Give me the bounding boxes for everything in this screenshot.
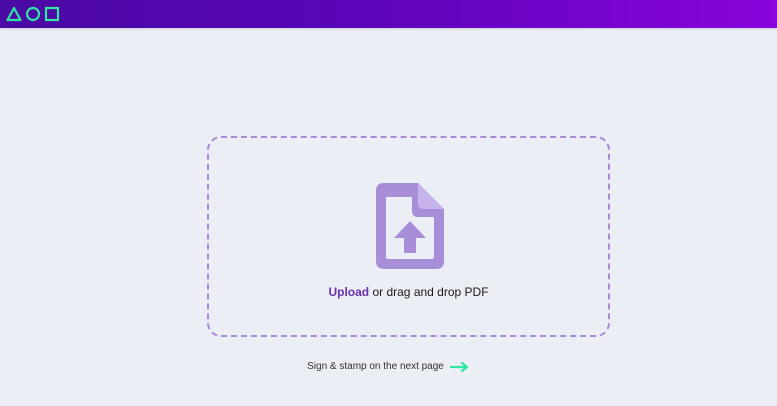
upload-instructions: Upload or drag and drop PDF [209, 285, 608, 299]
file-upload-icon [376, 183, 444, 269]
logo[interactable] [6, 5, 60, 23]
next-page-hint: Sign & stamp on the next page [0, 361, 777, 372]
triangle-icon [6, 6, 22, 22]
drag-drop-text: or drag and drop PDF [369, 285, 489, 299]
circle-icon [25, 6, 41, 22]
square-icon [44, 6, 60, 22]
top-bar [0, 0, 777, 28]
pdf-dropzone[interactable]: Upload or drag and drop PDF [207, 136, 610, 337]
arrow-right-icon [449, 361, 468, 372]
upload-link[interactable]: Upload [328, 285, 369, 299]
hint-text: Sign & stamp on the next page [307, 361, 444, 372]
